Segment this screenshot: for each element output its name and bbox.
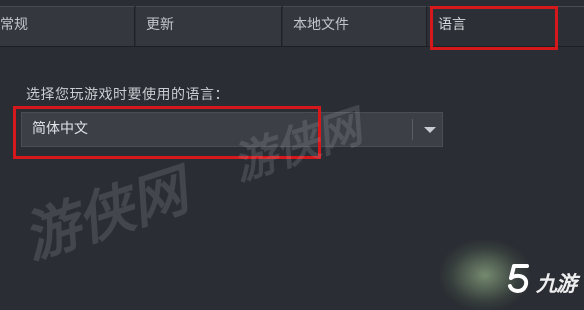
tab-local-files[interactable]: 本地文件 — [283, 6, 427, 47]
brand-logo: 九游 — [505, 262, 581, 296]
tab-general[interactable]: 常规 — [0, 6, 135, 47]
brand-mark-icon — [505, 262, 535, 296]
brand-text: 九游 — [536, 272, 577, 296]
language-prompt: 选择您玩游戏时要使用的语言： — [26, 87, 229, 103]
dropdown-highlight-box — [13, 106, 321, 159]
tab-highlight-box — [430, 6, 558, 50]
tab-updates[interactable]: 更新 — [136, 6, 282, 47]
dropdown-divider — [412, 119, 413, 140]
watermark: 游侠网 — [15, 157, 196, 273]
chevron-down-icon[interactable] — [418, 113, 442, 146]
